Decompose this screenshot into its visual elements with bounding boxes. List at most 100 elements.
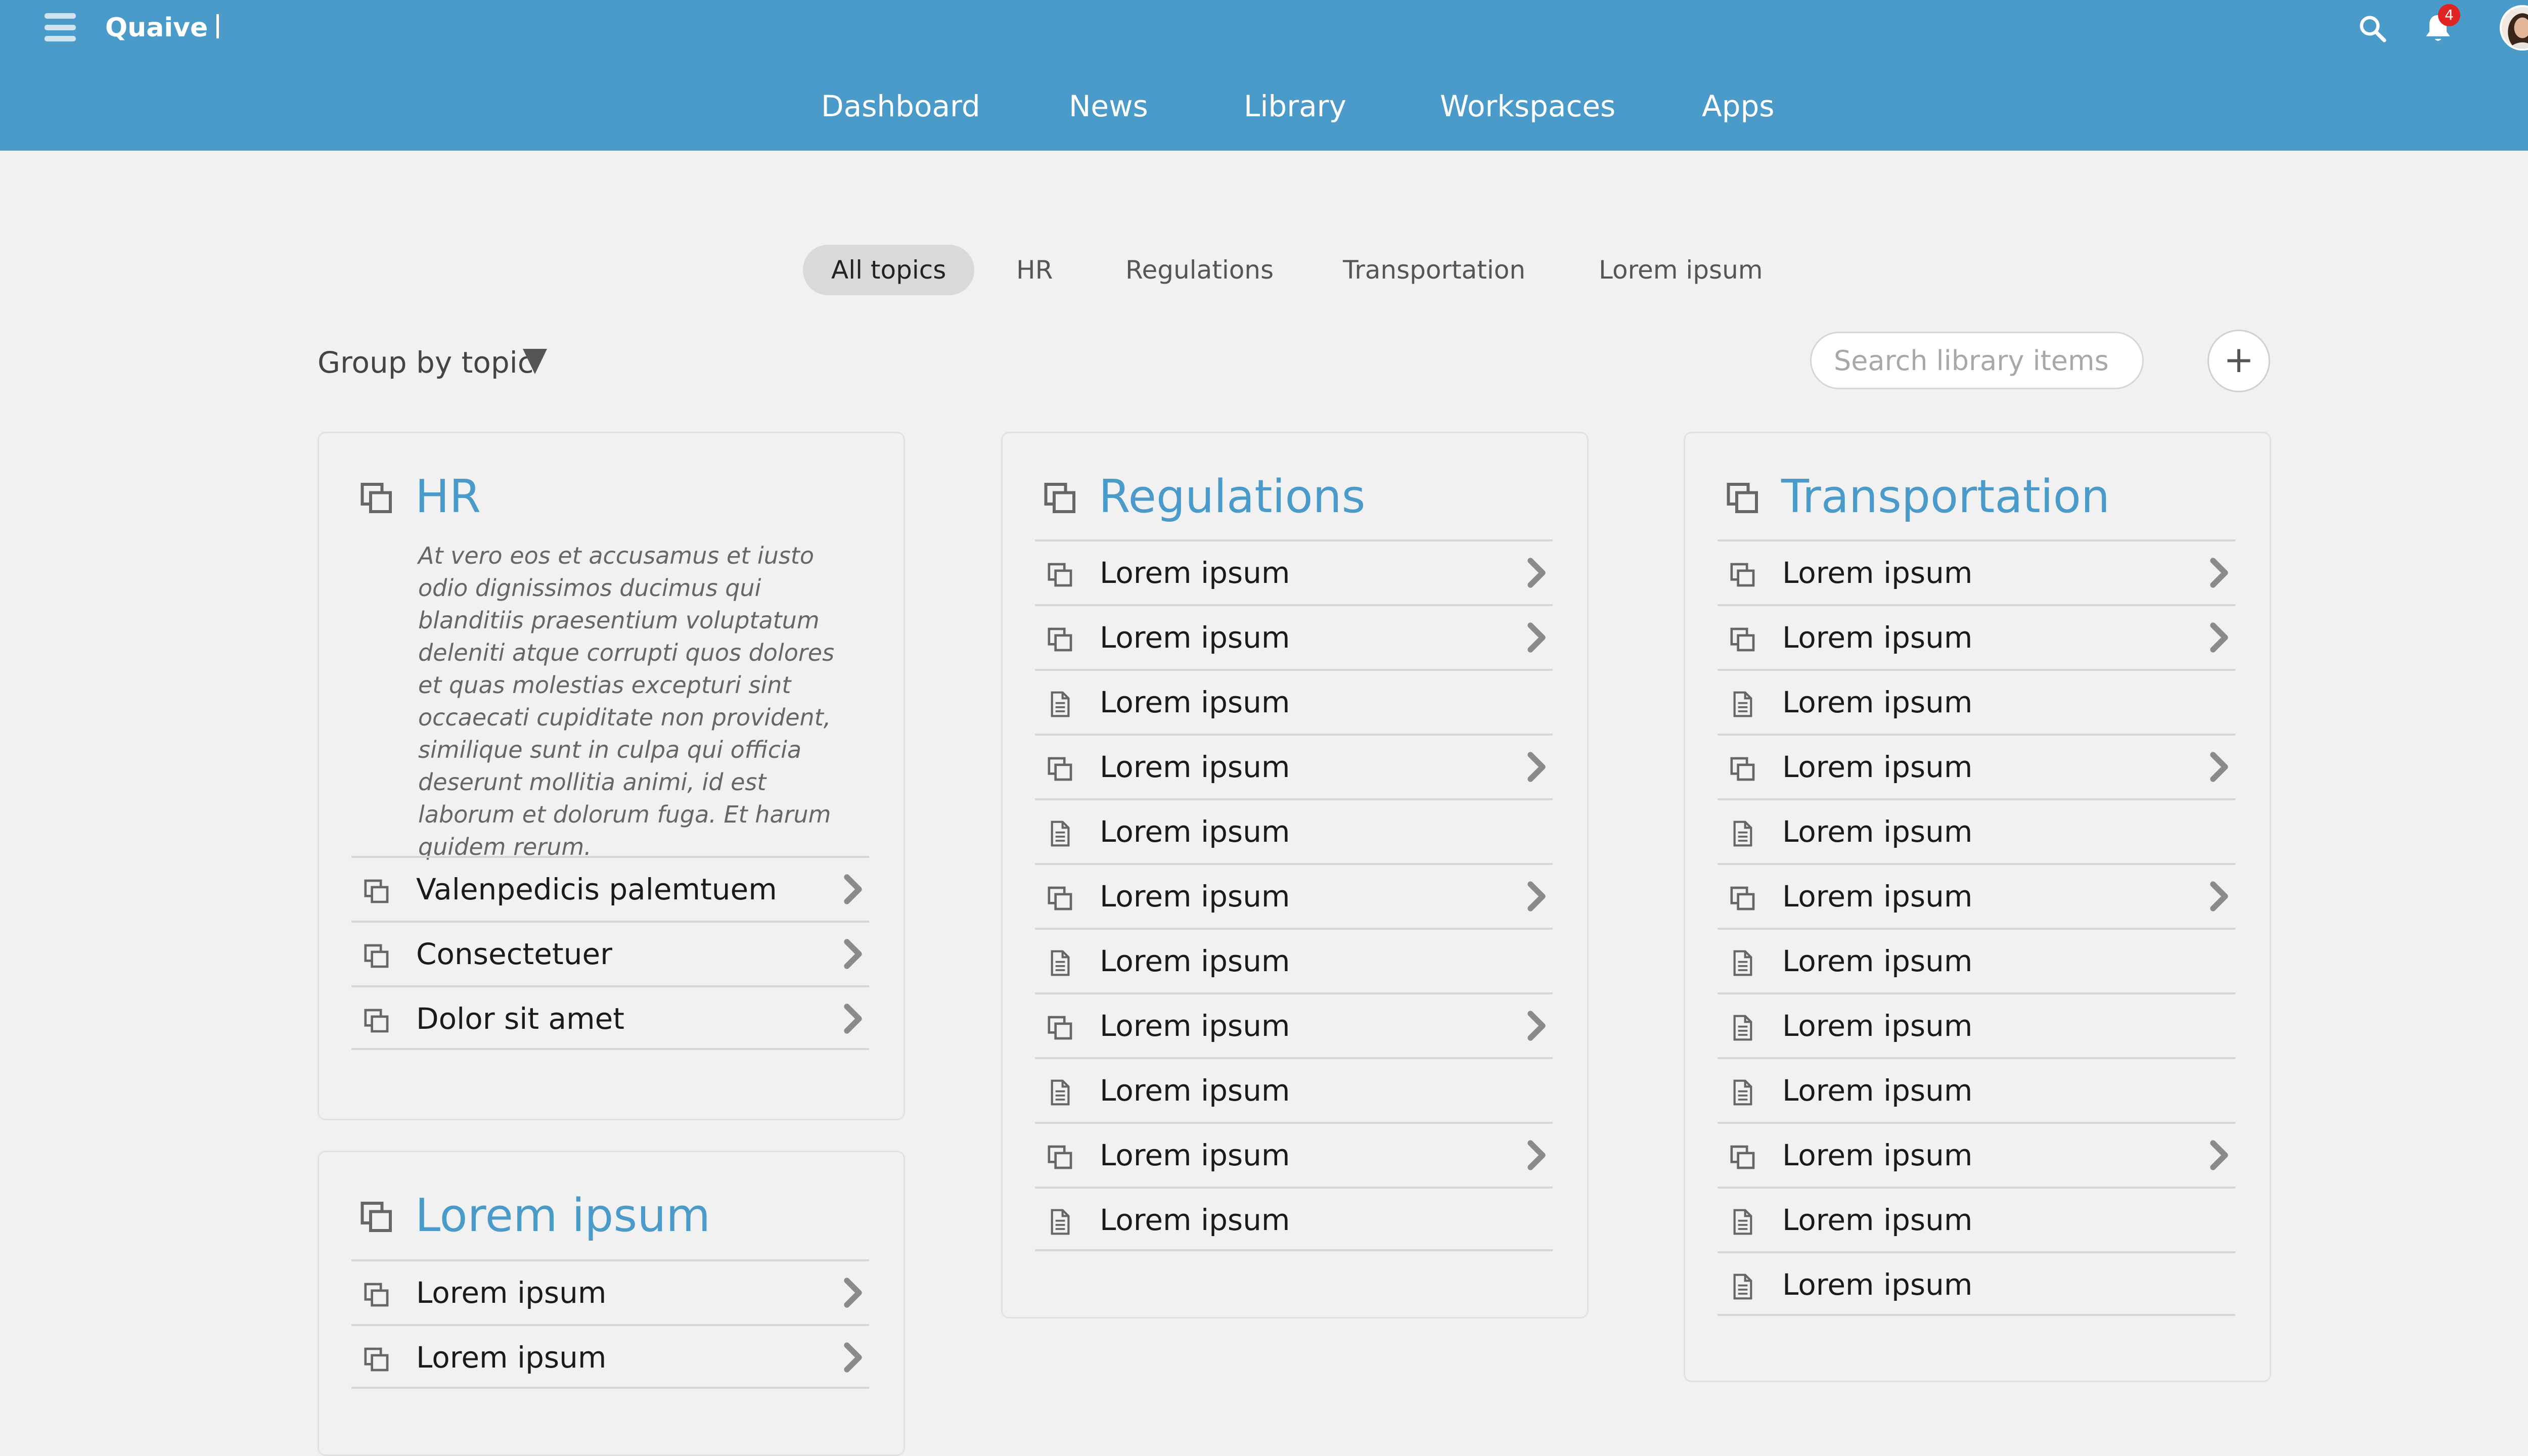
list-item-label: Lorem ipsum — [1782, 1073, 1973, 1108]
list-item[interactable]: Lorem ipsum — [1718, 669, 2235, 734]
list-item[interactable]: Lorem ipsum — [1035, 863, 1553, 928]
nav-library[interactable]: Library — [1244, 81, 1346, 131]
chevron-right-icon[interactable] — [1526, 880, 1547, 915]
list-item[interactable]: Valenpedicis palemtuem — [351, 856, 869, 921]
list-item-label: Lorem ipsum — [1782, 879, 1973, 914]
list-item[interactable]: Lorem ipsum — [1035, 734, 1553, 798]
chevron-right-icon[interactable] — [2209, 621, 2229, 656]
list-item[interactable]: Lorem ipsum — [1035, 539, 1553, 604]
chevron-right-icon[interactable] — [843, 1341, 863, 1376]
folder-stack-icon — [363, 1345, 391, 1376]
list-item[interactable]: Lorem ipsum — [1718, 992, 2235, 1057]
chevron-right-icon[interactable] — [1526, 1010, 1547, 1044]
list-item[interactable]: Lorem ipsum — [1035, 604, 1553, 669]
list-item-label: Lorem ipsum — [1100, 944, 1290, 978]
list-item[interactable]: Lorem ipsum — [1718, 539, 2235, 604]
list-item-label: Lorem ipsum — [1100, 620, 1290, 655]
document-icon — [1729, 1208, 1757, 1238]
list-item[interactable]: Lorem ipsum — [1718, 734, 2235, 798]
folder-stack-icon — [363, 942, 391, 972]
card-title[interactable]: Lorem ipsum — [415, 1186, 710, 1246]
folder-stack-icon — [363, 1281, 391, 1311]
list-item-label: Lorem ipsum — [1100, 1073, 1290, 1108]
search-input[interactable] — [1810, 332, 2144, 389]
list-item[interactable]: Lorem ipsum — [1035, 928, 1553, 992]
folder-stack-icon — [1729, 884, 1757, 915]
chevron-right-icon[interactable] — [843, 938, 863, 972]
topic-pill-lorem[interactable]: Lorem ipsum — [1599, 245, 1763, 295]
chevron-right-icon[interactable] — [2209, 1139, 2229, 1173]
group-by-dropdown[interactable]: Group by topic — [318, 340, 534, 385]
folder-stack-icon — [1046, 561, 1074, 591]
list-item[interactable]: Lorem ipsum — [351, 1259, 869, 1324]
chevron-right-icon[interactable] — [1526, 557, 1547, 591]
list-item[interactable]: Lorem ipsum — [351, 1324, 869, 1389]
topic-card-transportation: Transportation Lorem ipsum Lorem ipsum Lor… — [1684, 432, 2271, 1382]
topic-pill-hr[interactable]: HR — [1016, 245, 1053, 295]
list-item[interactable]: Lorem ipsum — [1035, 1122, 1553, 1187]
list-item[interactable]: Lorem ipsum — [1718, 1187, 2235, 1251]
topic-pill-regulations[interactable]: Regulations — [1125, 245, 1274, 295]
nav-workspaces[interactable]: Workspaces — [1440, 81, 1615, 131]
list-item[interactable]: Lorem ipsum — [1035, 798, 1553, 863]
list-item[interactable]: Lorem ipsum — [1718, 798, 2235, 863]
document-icon — [1046, 1078, 1074, 1109]
list-item[interactable]: Lorem ipsum — [1035, 992, 1553, 1057]
list-item[interactable]: Lorem ipsum — [1718, 1057, 2235, 1122]
chevron-right-icon[interactable] — [2209, 751, 2229, 785]
list-item[interactable]: Lorem ipsum — [1035, 1187, 1553, 1251]
nav-dashboard[interactable]: Dashboard — [821, 81, 980, 131]
card-title[interactable]: Transportation — [1781, 467, 2110, 527]
list-item[interactable]: Lorem ipsum — [1035, 669, 1553, 734]
folder-stack-icon — [363, 877, 391, 907]
list-item-label: Lorem ipsum — [1100, 1203, 1290, 1237]
folder-stack-icon — [1046, 625, 1074, 656]
item-list: Lorem ipsum Lorem ipsum Lorem ipsum Lorem i… — [1035, 539, 1553, 1251]
list-item[interactable]: Lorem ipsum — [1035, 1057, 1553, 1122]
search-icon[interactable] — [2357, 13, 2387, 43]
chevron-right-icon[interactable] — [1526, 621, 1547, 656]
card-title[interactable]: Regulations — [1099, 467, 1365, 527]
caret-down-icon[interactable] — [523, 349, 547, 374]
folder-stack-icon — [1729, 1143, 1757, 1173]
document-icon — [1729, 690, 1757, 720]
list-item[interactable]: Lorem ipsum — [1718, 863, 2235, 928]
list-item-label: Consectetuer — [416, 937, 612, 971]
list-item-label: Lorem ipsum — [1782, 1138, 1973, 1172]
chevron-right-icon[interactable] — [1526, 751, 1547, 785]
topic-card-regulations: Regulations Lorem ipsum Lorem ipsum Lorem … — [1001, 432, 1589, 1318]
card-title[interactable]: HR — [415, 467, 481, 527]
list-item[interactable]: Lorem ipsum — [1718, 604, 2235, 669]
list-item-label: Dolor sit amet — [416, 1002, 625, 1036]
folder-stack-icon — [1727, 483, 1758, 513]
list-item-label: Lorem ipsum — [1100, 685, 1290, 719]
item-list: Valenpedicis palemtuem Consectetuer Dolor … — [351, 856, 869, 1050]
chevron-right-icon[interactable] — [2209, 880, 2229, 915]
chevron-right-icon[interactable] — [2209, 557, 2229, 591]
list-item-label: Lorem ipsum — [1100, 750, 1290, 784]
list-item[interactable]: Lorem ipsum — [1718, 1122, 2235, 1187]
topic-card-lorem: Lorem ipsum Lorem ipsum Lorem ipsum — [318, 1151, 905, 1456]
topic-pill-all[interactable]: All topics — [803, 245, 975, 295]
chevron-right-icon[interactable] — [843, 1277, 863, 1311]
list-item[interactable]: Dolor sit amet — [351, 985, 869, 1050]
nav-apps[interactable]: Apps — [1702, 81, 1775, 131]
card-description: At vero eos et accusamus et iusto odio d… — [418, 542, 835, 860]
avatar[interactable] — [2500, 5, 2528, 51]
topic-card-hr: HR At vero eos et accusamus et iusto odi… — [318, 432, 905, 1120]
item-list: Lorem ipsum Lorem ipsum Lorem ipsum Lorem i… — [1718, 539, 2235, 1316]
list-item[interactable]: Lorem ipsum — [1718, 928, 2235, 992]
document-icon — [1729, 1014, 1757, 1044]
chevron-right-icon[interactable] — [843, 1003, 863, 1037]
list-item[interactable]: Consectetuer — [351, 921, 869, 985]
topic-pill-transportation[interactable]: Transportation — [1343, 245, 1525, 295]
menu-icon[interactable] — [44, 13, 76, 41]
chevron-right-icon[interactable] — [843, 873, 863, 907]
nav-news[interactable]: News — [1069, 81, 1148, 131]
topic-filter-bar: All topics HR Regulations Transportation… — [0, 245, 2528, 295]
brand-logo[interactable]: Quaive — [105, 9, 208, 47]
chevron-right-icon[interactable] — [1526, 1139, 1547, 1173]
add-button[interactable]: + — [2207, 330, 2270, 392]
list-item[interactable]: Lorem ipsum — [1718, 1251, 2235, 1316]
notification-badge: 4 — [2438, 4, 2460, 26]
